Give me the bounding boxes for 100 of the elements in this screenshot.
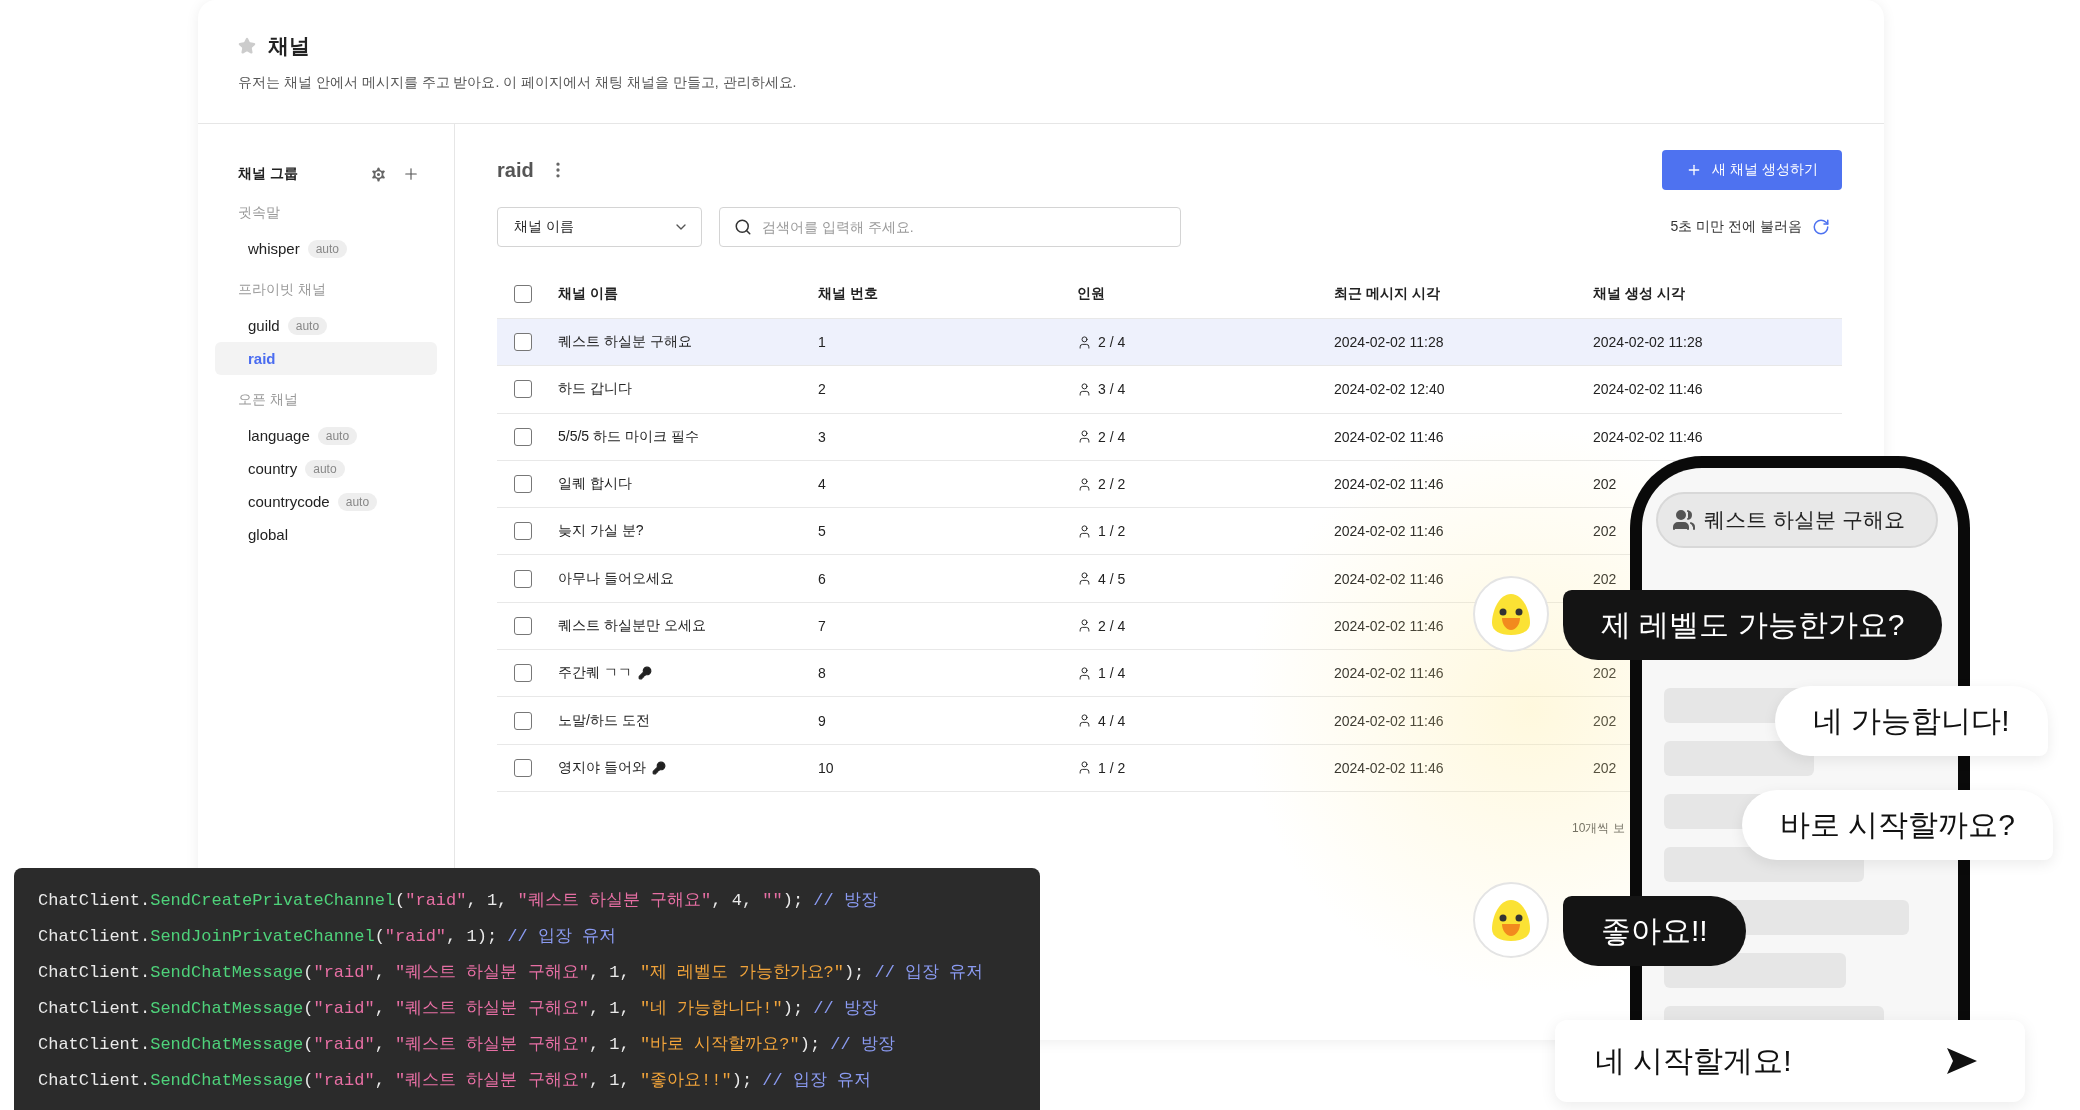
table-cell: 202 [1593,523,1617,540]
sidebar-item[interactable]: language auto [215,419,437,452]
table-cell: 7 [818,617,826,634]
table-cell: 9 [818,712,826,729]
user-icon [1077,523,1092,539]
table-cell: 2024-02-02 11:28 [1593,334,1703,351]
page-description: 유저는 채널 안에서 메시지를 주고 받아요. 이 페이지에서 채팅 채널을 만들고, 관리하세요. [238,74,798,92]
user-icon [1077,381,1092,397]
table-cell: 5 [818,523,826,540]
table-cell: 202 [1593,665,1617,682]
checkbox[interactable] [514,664,532,683]
table-cell: 1 / 4 [1098,665,1126,682]
table-cell: 주간퀘 ㄱㄱ [558,664,632,683]
table-cell: 2024-02-02 11:46 [1334,759,1444,776]
checkbox[interactable] [514,380,532,399]
checkbox[interactable] [514,711,532,730]
channel-pill: 퀘스트 하실분 구해요 [1656,492,1938,548]
user-icon [1077,713,1092,728]
sidebar-item[interactable]: raid [215,342,437,375]
table-cell: 일퀘 합시다 [558,475,632,494]
code-line: ChatClient.SendCreatePrivateChannel("raid", 1, "퀘스트 하실분 구해요", 4, ""); // 방장 [38,890,878,912]
checkbox[interactable] [514,333,532,352]
table-cell: 202 [1593,476,1617,493]
table-cell: 퀘스트 하실분만 오세요 [558,616,706,635]
star-icon[interactable] [238,37,256,55]
table-cell: 202 [1593,712,1617,729]
table-cell: 2024-02-02 11:46 [1334,712,1444,729]
selected-row[interactable]: 퀘스트 하실분 구해요 1 2 / 4 2024-02-02 11:28 2024-02-02 11:28 [497,319,1842,367]
message-input[interactable]: 네 시작할게요! [1595,1044,1935,1078]
table-cell: 2 [818,381,826,398]
table-cell: 1 [818,334,826,351]
table-cell: 2024-02-02 11:46 [1334,428,1444,445]
table-cell: 202 [1593,759,1617,776]
checkbox[interactable] [514,427,532,446]
auto-badge: auto [317,426,358,445]
page-title: 채널 [268,33,310,59]
search-field[interactable]: 검색어를 입력해 주세요. [719,207,1181,247]
checkbox[interactable] [514,616,532,635]
chat-bubble: 바로 시작할까요? [1742,790,2054,860]
table-cell: 2024-02-02 11:46 [1334,570,1444,587]
table-cell: 퀘스트 하실분 구해요 [558,333,692,352]
table-cell: 4 / 4 [1098,712,1126,729]
user-icon [1077,476,1092,492]
auto-badge: auto [287,316,328,335]
table-cell: 2024-02-02 11:46 [1593,428,1703,445]
table-cell: 4 [818,476,826,493]
filter-dropdown[interactable]: 채널 이름 [497,207,702,247]
code-line: ChatClient.SendChatMessage("raid", "퀘스트 하실분 구해요", 1, "바로 시작할까요?"); // 방장 [38,1034,895,1056]
section-label: 오픈 채널 [237,390,299,409]
checkbox[interactable] [514,758,532,777]
table-cell: 2 / 4 [1098,428,1126,445]
search-icon [734,218,752,236]
sidebar-item[interactable]: country auto [215,452,437,485]
auto-badge: auto [307,239,348,258]
send-icon[interactable] [1945,1046,1979,1076]
table-cell: 2024-02-02 12:40 [1334,381,1445,398]
table-cell: 2024-02-02 11:46 [1334,523,1444,540]
column-header: 채널 번호 [818,284,879,303]
table-cell: 아무나 들어오세요 [558,569,674,588]
table-cell: 10 [818,759,834,776]
add-icon[interactable] [402,165,420,183]
auto-badge: auto [337,492,378,511]
table-cell: 늦지 가실 분? [558,522,644,541]
table-cell: 6 [818,570,826,587]
create-channel-button[interactable]: 새 채널 생성하기 [1662,150,1842,190]
user-icon [1077,334,1092,350]
column-header: 인원 [1077,284,1106,303]
refresh-icon[interactable] [1812,218,1830,236]
column-header: 채널 이름 [558,284,619,303]
table-cell: 2 / 4 [1098,334,1126,351]
checkbox[interactable] [514,569,532,588]
table-cell: 2024-02-02 11:46 [1334,617,1444,634]
table-cell: 노말/하드 도전 [558,711,650,730]
table-cell: 2024-02-02 11:46 [1334,665,1444,682]
table-cell: 202 [1593,570,1617,587]
checkbox[interactable] [514,475,532,494]
sidebar-item[interactable]: guild auto [215,309,437,342]
column-header: 최근 메시지 시각 [1334,284,1441,303]
checkbox[interactable] [514,284,532,303]
table-cell: 4 / 5 [1098,570,1126,587]
auto-badge: auto [305,459,345,478]
refresh-time: 5초 미만 전에 불러옴 [1670,218,1802,236]
sidebar-item[interactable]: global [215,518,437,551]
settings-icon[interactable] [369,164,388,184]
table-cell: 하드 갑니다 [558,380,632,399]
people-icon [1672,508,1696,532]
chat-bubble: 네 가능합니다! [1775,686,2048,756]
code-line: ChatClient.SendChatMessage("raid", "퀘스트 하실분 구해요", 1, "네 가능합니다!"); // 방장 [38,998,878,1020]
sidebar-item[interactable]: countrycode auto [215,485,437,518]
sidebar-item[interactable]: whisper auto [215,232,437,265]
table-cell: 8 [818,665,826,682]
code-line: ChatClient.SendChatMessage("raid", "퀘스트 하실분 구해요", 1, "제 레벨도 가능한가요?"); // 입장 유저 [38,962,984,984]
page-size-label: 10개씩 보 [1572,819,1625,837]
checkbox[interactable] [514,522,532,541]
channel-group-title: raid [497,158,534,182]
sidebar-title: 채널 그룹 [238,165,298,183]
user-icon [1077,571,1092,587]
table-cell: 1 / 2 [1098,523,1126,540]
user-icon [1077,618,1092,634]
column-header: 채널 생성 시각 [1593,284,1686,303]
